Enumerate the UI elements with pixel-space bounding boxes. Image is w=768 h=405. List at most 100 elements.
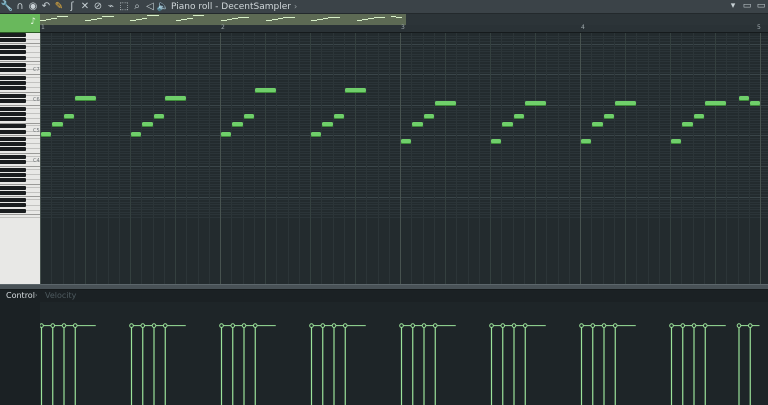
draw-pencil-icon[interactable]: ✎ [53,1,65,13]
note[interactable] [412,121,423,127]
velocity-handle[interactable] [432,323,438,328]
select-icon[interactable]: ⬚ [118,1,130,13]
velocity-handle[interactable] [61,323,67,328]
menu-button[interactable]: ▾ [728,1,738,12]
black-key[interactable] [0,142,26,147]
black-key[interactable] [0,185,26,190]
snap-corner-button[interactable]: ♪ [0,14,40,33]
black-key[interactable] [0,33,26,37]
black-key[interactable] [0,208,26,213]
piano-keyboard[interactable]: C7 C6 C5 C4 [0,33,40,284]
black-key[interactable] [0,63,26,68]
magnet-icon[interactable]: ∩ [14,1,26,13]
velocity-handle[interactable] [241,323,247,328]
title-arrow-icon[interactable]: › [294,2,297,11]
black-key[interactable] [0,37,26,42]
velocity-handle[interactable] [702,323,708,328]
note[interactable] [693,113,704,119]
black-key[interactable] [0,75,26,80]
note[interactable] [142,121,153,127]
black-key[interactable] [0,203,26,208]
black-key[interactable] [0,111,26,116]
velocity-handle[interactable] [421,323,427,328]
velocity-handle[interactable] [579,323,584,328]
velocity-handle[interactable] [680,323,686,328]
black-key[interactable] [0,98,26,103]
velocity-handle[interactable] [230,323,236,328]
velocity-handle[interactable] [342,323,348,328]
velocity-handle[interactable] [612,323,618,328]
note[interactable] [401,139,412,145]
note[interactable] [434,101,457,107]
mute-icon[interactable]: ⊘ [92,1,104,13]
control-label[interactable]: Control [6,291,35,300]
note[interactable] [682,121,693,127]
zoom-icon[interactable]: ⌕ [131,1,143,13]
velocity-handle[interactable] [410,323,416,328]
velocity-handle[interactable] [590,323,596,328]
note[interactable] [603,113,614,119]
note[interactable] [592,121,603,127]
timeline-ruler[interactable]: 1 2 3 4 5 [40,24,768,33]
playback-speaker-icon[interactable]: ◁ [144,1,156,13]
velocity-handle[interactable] [309,323,314,328]
note[interactable] [164,96,187,102]
note[interactable] [221,131,232,137]
velocity-handle[interactable] [40,323,44,328]
velocity-handle[interactable] [511,323,517,328]
velocity-handle[interactable] [399,323,404,328]
note-grid[interactable] [40,33,768,284]
black-key[interactable] [0,129,26,134]
overview-track[interactable] [406,14,768,25]
note[interactable] [41,131,52,137]
maximize-button[interactable]: ▭ [742,1,752,12]
velocity-handle[interactable] [601,323,607,328]
black-key[interactable] [0,93,26,98]
velocity-handle[interactable] [151,323,157,328]
note[interactable] [423,113,434,119]
black-key[interactable] [0,167,26,172]
black-key[interactable] [0,50,26,55]
velocity-handle[interactable] [50,323,56,328]
note[interactable] [63,113,74,119]
black-key[interactable] [0,68,26,73]
note[interactable] [254,88,277,94]
note[interactable] [131,131,142,137]
velocity-handle[interactable] [747,323,753,328]
control-arrow-icon[interactable]: › [35,292,37,299]
black-key[interactable] [0,147,26,152]
velocity-editor[interactable] [40,302,768,405]
note[interactable] [749,101,760,107]
black-key[interactable] [0,155,26,160]
black-key[interactable] [0,124,26,129]
note[interactable] [738,96,749,102]
velocity-handle[interactable] [331,323,337,328]
undo-icon[interactable]: ↶ [40,1,52,13]
note[interactable] [232,121,243,127]
paint-brush-icon[interactable]: ʃ [66,1,78,13]
note[interactable] [491,139,502,145]
velocity-handle[interactable] [691,323,697,328]
black-key[interactable] [0,116,26,121]
velocity-handle[interactable] [140,323,146,328]
black-key[interactable] [0,106,26,111]
velocity-handle[interactable] [162,323,168,328]
velocity-handle[interactable] [219,323,224,328]
note[interactable] [74,96,97,102]
note[interactable] [704,101,727,107]
velocity-handle[interactable] [736,323,742,328]
note[interactable] [524,101,547,107]
control-parameter-label[interactable]: Velocity [45,291,76,300]
black-key[interactable] [0,198,26,203]
velocity-handle[interactable] [252,323,258,328]
speaker-icon[interactable]: 🔈 [157,1,169,13]
velocity-handle[interactable] [489,323,494,328]
note[interactable] [311,131,322,137]
black-key[interactable] [0,160,26,165]
black-key[interactable] [0,45,26,50]
tools-wrench-icon[interactable]: 🔧 [1,1,13,13]
black-key[interactable] [0,81,26,86]
note[interactable] [614,101,637,107]
window-title[interactable]: Piano roll - DecentSampler [171,2,291,12]
note[interactable] [513,113,524,119]
